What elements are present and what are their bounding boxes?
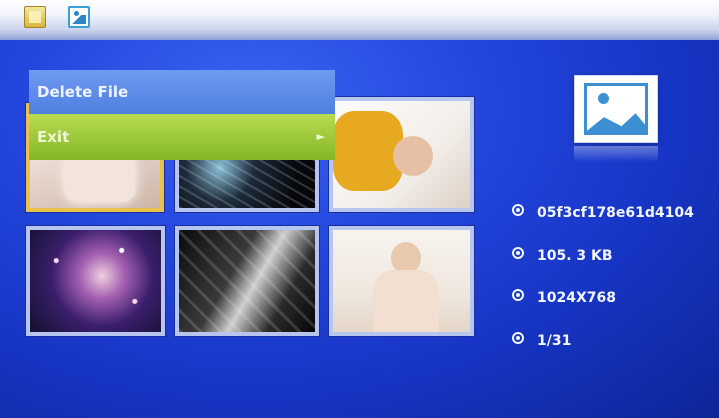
resolution-value: 1024X768 <box>537 290 616 306</box>
position-value: 1/31 <box>537 333 572 349</box>
menu-item-exit[interactable]: Exit ► <box>29 114 335 160</box>
thumbnail-photo-4[interactable] <box>26 226 165 336</box>
bullet-icon <box>512 247 524 259</box>
submenu-arrow-icon: ► <box>316 130 325 143</box>
photo-image <box>30 230 161 332</box>
thumbnail-photo-6[interactable] <box>329 226 474 336</box>
photo-frame-screen: Delete File Exit ► 05f3cf178e61d4104 105… <box>0 0 719 418</box>
filename-value: 05f3cf178e61d4104 <box>537 205 694 221</box>
image-icon <box>574 75 658 143</box>
photo-image <box>333 230 470 332</box>
info-position: 1/31 <box>512 332 572 355</box>
photo-image <box>179 230 315 332</box>
context-menu: Delete File Exit ► <box>29 70 335 160</box>
info-file-size: 105. 3 KB <box>512 247 613 270</box>
thumbnail-photo-5[interactable] <box>175 226 319 336</box>
thumbnail-photo-3[interactable] <box>329 97 474 212</box>
top-toolbar <box>0 0 719 40</box>
menu-item-label: Exit <box>37 128 70 146</box>
photo-image <box>333 101 470 208</box>
bullet-icon <box>512 204 524 216</box>
bullet-icon <box>512 332 524 344</box>
photo-mode-icon[interactable] <box>68 6 90 28</box>
file-size-value: 105. 3 KB <box>537 248 613 264</box>
bullet-icon <box>512 289 524 301</box>
file-folder-icon[interactable] <box>24 6 46 28</box>
info-filename: 05f3cf178e61d4104 <box>512 204 694 227</box>
mountain-shape <box>587 113 645 132</box>
sun-shape <box>598 93 609 104</box>
menu-item-delete-file[interactable]: Delete File <box>29 70 335 114</box>
info-resolution: 1024X768 <box>512 289 616 312</box>
menu-item-label: Delete File <box>37 83 129 101</box>
icon-reflection <box>574 146 658 162</box>
